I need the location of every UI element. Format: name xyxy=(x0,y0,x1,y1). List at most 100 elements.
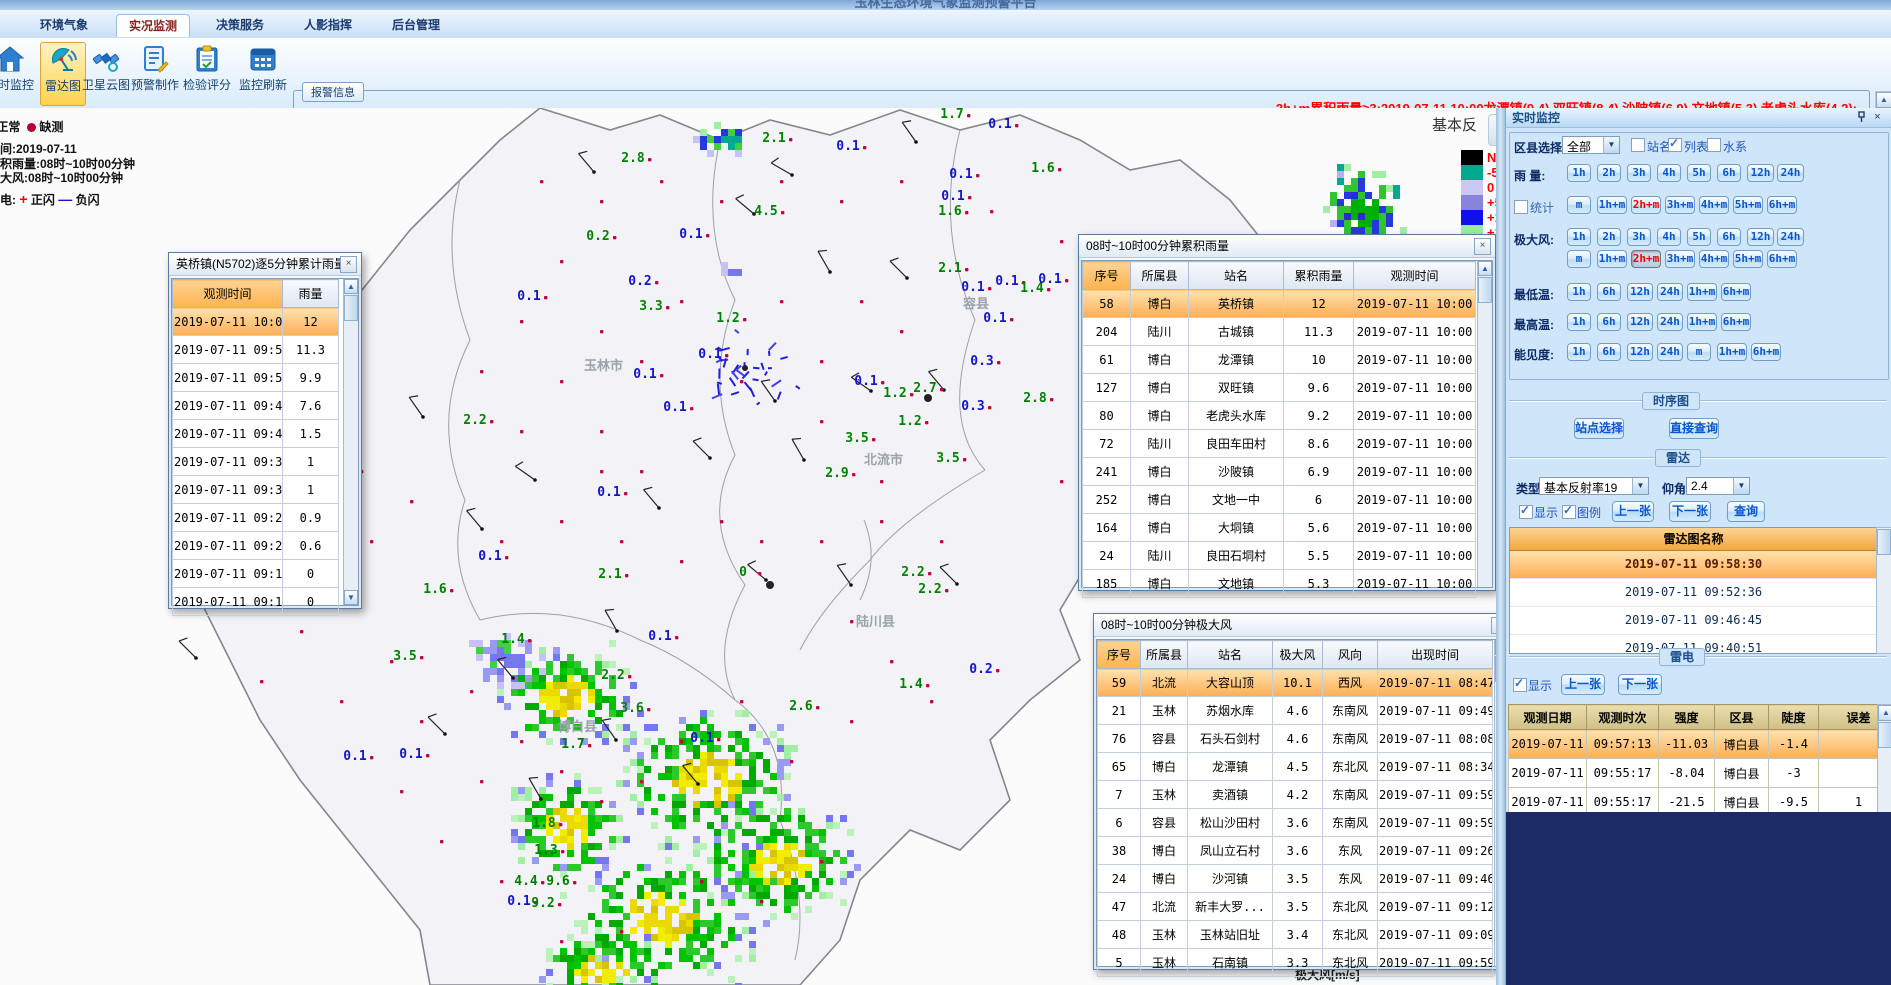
checkbox-统计[interactable] xyxy=(1514,200,1528,214)
period-button-m[interactable]: m xyxy=(1687,343,1711,361)
column-header[interactable]: 所属县 xyxy=(1131,262,1189,290)
table-row[interactable]: 252博白文地一中62019-07-11 10:00 xyxy=(1083,486,1476,514)
period-button-24h[interactable]: 24h xyxy=(1657,313,1683,331)
county-select-dropdown[interactable]: 全部▼ xyxy=(1562,136,1620,154)
period-button-5h+m[interactable]: 5h+m xyxy=(1733,196,1763,214)
table-row[interactable]: 72陆川良田车田村8.62019-07-11 10:00 xyxy=(1083,430,1476,458)
period-button-12h[interactable]: 12h xyxy=(1627,343,1653,361)
table-row[interactable]: 2019-07-11 09:401.5 xyxy=(173,420,339,448)
period-button-4h+m[interactable]: 4h+m xyxy=(1699,196,1729,214)
table-row[interactable]: 2019-07-11 09:250.9 xyxy=(173,504,339,532)
max-wind-popup-titlebar[interactable]: 08时~10时00分钟极大风× xyxy=(1094,614,1496,637)
scroll-thumb[interactable] xyxy=(344,295,358,321)
table-row[interactable]: 58博白英桥镇122019-07-11 10:00 xyxy=(1083,290,1476,318)
table-row[interactable]: 2019-07-11 09:509.9 xyxy=(173,364,339,392)
period-button-2h[interactable]: 2h xyxy=(1597,228,1621,246)
period-button-12h[interactable]: 12h xyxy=(1627,313,1653,331)
table-row[interactable]: 2019-07-11 09:100 xyxy=(173,588,339,616)
period-button-1h+m[interactable]: 1h+m xyxy=(1687,283,1717,301)
scroll-up-icon[interactable]: ▲ xyxy=(1478,261,1492,276)
station-rain-popup[interactable]: 英桥镇(N5702)逐5分钟累计雨量×观测时间雨量2019-07-11 10:0… xyxy=(168,252,362,609)
period-button-m[interactable]: m xyxy=(1567,196,1591,214)
period-button-3h[interactable]: 3h xyxy=(1627,164,1651,182)
scroll-thumb[interactable] xyxy=(1878,722,1891,748)
period-button-6h[interactable]: 6h xyxy=(1717,164,1741,182)
period-button-12h[interactable]: 12h xyxy=(1747,228,1774,246)
scroll-up-icon[interactable]: ▲ xyxy=(344,279,358,294)
checkbox-显示[interactable] xyxy=(1519,505,1533,519)
table-row[interactable]: 2019-07-11 09:351 xyxy=(173,448,339,476)
period-button-1h+m[interactable]: 1h+m xyxy=(1687,313,1717,331)
column-header[interactable]: 累积雨量 xyxy=(1284,262,1354,290)
table-row[interactable]: 80博白老虎头水库9.22019-07-11 10:00 xyxy=(1083,402,1476,430)
panel-splitter[interactable] xyxy=(1496,108,1505,985)
table-row[interactable]: 185博白文地镇5.32019-07-11 10:00 xyxy=(1083,570,1476,598)
menu-tab-5[interactable]: 后台管理 xyxy=(380,14,452,36)
toolbar-item-3[interactable]: 卫星云图 xyxy=(82,42,130,104)
period-button-24h[interactable]: 24h xyxy=(1657,283,1683,301)
direct-query-button[interactable]: 直接查询 xyxy=(1669,418,1719,439)
period-button-6h[interactable]: 6h xyxy=(1717,228,1741,246)
period-button-24h[interactable]: 24h xyxy=(1777,228,1804,246)
checkbox-水系[interactable] xyxy=(1707,138,1721,152)
toolbar-item-1[interactable]: 实时监控 xyxy=(0,42,34,104)
period-button-12h[interactable]: 12h xyxy=(1747,164,1774,182)
table-row[interactable]: 7玉林卖酒镇4.2东南风2019-07-11 09:59 xyxy=(1098,781,1493,809)
radar-list-scrollbar[interactable] xyxy=(1876,527,1891,654)
period-button-4h[interactable]: 4h xyxy=(1657,228,1681,246)
table-row[interactable]: 127博白双旺镇9.62019-07-11 10:00 xyxy=(1083,374,1476,402)
period-button-1h[interactable]: 1h xyxy=(1567,283,1591,301)
period-button-6h+m[interactable]: 6h+m xyxy=(1767,196,1797,214)
table-row[interactable]: 2019-07-11 09:150 xyxy=(173,560,339,588)
column-header[interactable]: 观测时间 xyxy=(1354,262,1476,290)
menu-tab-4[interactable]: 人影指挥 xyxy=(292,14,364,36)
period-button-1h[interactable]: 1h xyxy=(1567,164,1591,182)
scroll-up-icon[interactable]: ▲ xyxy=(1878,705,1891,721)
period-button-6h+m[interactable]: 6h+m xyxy=(1721,313,1751,331)
checkbox-图例[interactable] xyxy=(1562,505,1576,519)
radar-image-item[interactable]: 2019-07-11 09:46:45 xyxy=(1510,607,1877,635)
radar-type-dropdown[interactable]: 基本反射率19▼ xyxy=(1539,477,1649,495)
period-button-6h[interactable]: 6h xyxy=(1597,283,1621,301)
period-button-3h[interactable]: 3h xyxy=(1627,228,1651,246)
menu-tab-1[interactable]: 环境气象 xyxy=(28,14,100,36)
column-header[interactable]: 误差 xyxy=(1819,705,1878,730)
period-button-24h[interactable]: 24h xyxy=(1657,343,1683,361)
toolbar-item-5[interactable]: 检验评分 xyxy=(182,42,232,104)
radar-image-item[interactable]: 2019-07-11 09:58:30 xyxy=(1510,551,1877,579)
table-scrollbar[interactable]: ▲ xyxy=(1477,261,1492,587)
map-canvas[interactable]: 正常 缺测 时间:2019-07-11 累积雨量:08时~10时00分钟 极大风… xyxy=(0,108,1496,985)
toolbar-item-2[interactable]: 雷达图 xyxy=(40,42,86,106)
station-rain-popup-titlebar[interactable]: 英桥镇(N5702)逐5分钟累计雨量× xyxy=(169,253,361,276)
column-header[interactable]: 风向 xyxy=(1323,641,1378,669)
close-icon[interactable]: × xyxy=(1474,238,1491,255)
table-row[interactable]: 2019-07-11 09:457.6 xyxy=(173,392,339,420)
column-header[interactable]: 区县 xyxy=(1715,705,1769,730)
elevation-dropdown[interactable]: 2.4▼ xyxy=(1686,477,1750,495)
table-row[interactable]: 59北流大容山顶10.1西风2019-07-11 08:47 xyxy=(1098,669,1493,697)
table-row[interactable]: 204陆川古城镇11.32019-07-11 10:00 xyxy=(1083,318,1476,346)
period-button-6h+m[interactable]: 6h+m xyxy=(1767,250,1797,268)
checkbox-列表[interactable] xyxy=(1668,138,1682,152)
table-row[interactable]: 164博白大垌镇5.62019-07-11 10:00 xyxy=(1083,514,1476,542)
table-row[interactable]: 61博白龙潭镇102019-07-11 10:00 xyxy=(1083,346,1476,374)
table-row[interactable]: 2019-07-1109:57:13-11.03博白县-1.4 xyxy=(1509,730,1878,759)
close-icon[interactable]: × xyxy=(1871,111,1884,124)
table-row[interactable]: 76容县石头石剑村4.6东南风2019-07-11 08:08 xyxy=(1098,725,1493,753)
period-button-m[interactable]: m xyxy=(1567,250,1591,268)
prev-button[interactable]: 上一张 xyxy=(1561,674,1605,695)
station-select-button[interactable]: 站点选择 xyxy=(1574,418,1624,439)
period-button-6h[interactable]: 6h xyxy=(1597,343,1621,361)
column-header[interactable]: 所属县 xyxy=(1141,641,1188,669)
checkbox-站名[interactable] xyxy=(1631,138,1645,152)
column-header[interactable]: 观测时次 xyxy=(1587,705,1659,730)
column-header[interactable]: 强度 xyxy=(1659,705,1715,730)
table-row[interactable]: 24博白沙河镇3.5东风2019-07-11 09:46 xyxy=(1098,865,1493,893)
menu-tab-3[interactable]: 决策服务 xyxy=(204,14,276,36)
checkbox-显示[interactable] xyxy=(1513,678,1527,692)
table-row[interactable]: 21玉林苏烟水库4.6东南风2019-07-11 09:49 xyxy=(1098,697,1493,725)
table-row[interactable]: 241博白沙陂镇6.92019-07-11 10:00 xyxy=(1083,458,1476,486)
period-button-1h+m[interactable]: 1h+m xyxy=(1597,250,1627,268)
column-header[interactable]: 站名 xyxy=(1188,641,1273,669)
table-row[interactable]: 5玉林石南镇3.3东北风2019-07-11 09:59 xyxy=(1098,949,1493,977)
